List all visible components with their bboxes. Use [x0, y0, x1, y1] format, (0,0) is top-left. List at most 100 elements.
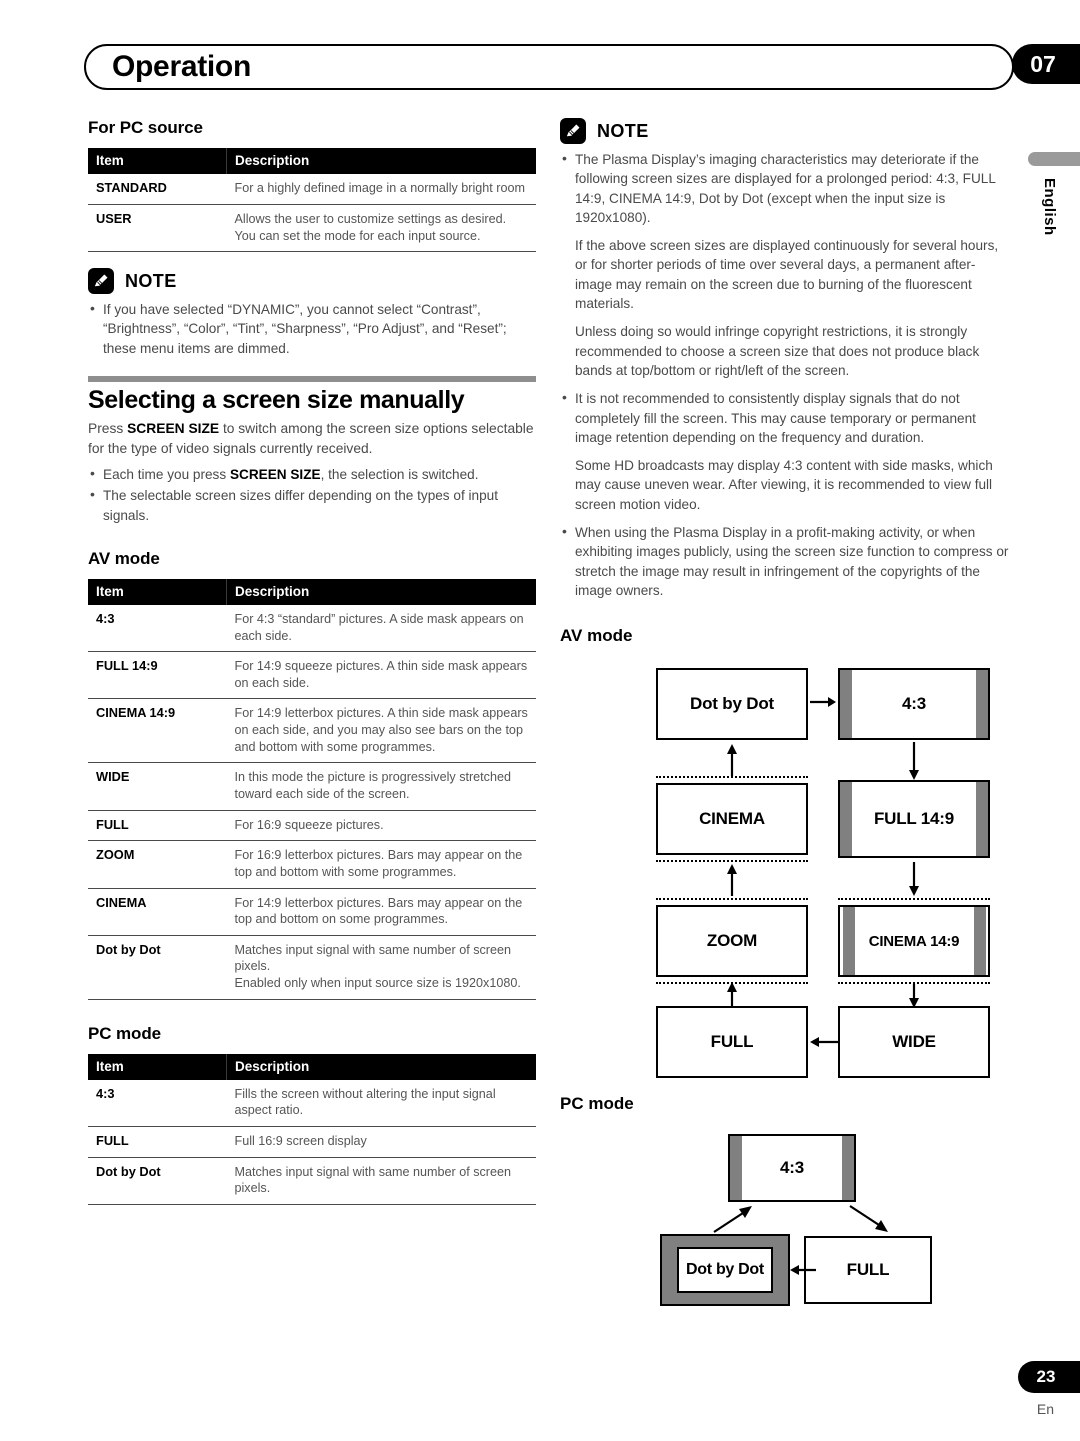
heading-av-mode-table: AV mode	[88, 549, 160, 569]
node-inner: ZOOM	[656, 905, 808, 978]
cell-item: USER	[88, 204, 227, 253]
node-label: CINEMA 14:9	[868, 932, 960, 950]
cell-description: Allows the user to customize settings as…	[226, 204, 536, 253]
section-heading: Selecting a screen size manually	[88, 386, 465, 414]
arrow-down-cinema149-to-wide	[906, 984, 922, 1009]
diagram-node-cinema: CINEMA	[656, 776, 808, 863]
pencil-icon	[560, 118, 586, 144]
section-bullets: Each time you press SCREEN SIZE, the sel…	[88, 464, 536, 525]
table-pc-source: Item Description STANDARD For a highly d…	[88, 148, 536, 253]
table-row: FULL 14:9 For 14:9 squeeze pictures. A th…	[88, 651, 536, 700]
note-label: NOTE	[597, 120, 649, 141]
cell-description: In this mode the picture is progressivel…	[226, 762, 536, 811]
note-item: When using the Plasma Display in a profi…	[560, 522, 1010, 600]
cell-description: For 16:9 squeeze pictures.	[226, 810, 536, 842]
letterbox-bar-top	[656, 776, 808, 783]
arrow-left-wide-to-full	[810, 1034, 838, 1050]
cell-item: FULL	[88, 810, 227, 842]
cell-item: Dot by Dot	[88, 935, 227, 1000]
note-header: NOTE	[560, 118, 1010, 144]
arrow-diagonal-dotbydot-to-43	[712, 1204, 754, 1234]
right-column: NOTE The Plasma Display’s imaging charac…	[560, 118, 1010, 1326]
table-row: WIDE In this mode the picture is progress…	[88, 762, 536, 811]
node-inner: CINEMA	[656, 783, 808, 856]
node-label: WIDE	[892, 1032, 936, 1052]
manual-page: Operation 07 English For PC source Item …	[0, 0, 1080, 1441]
arrow-up-cinema-to-dotbydot	[724, 744, 740, 777]
arrow-right-dotbydot-to-43	[810, 694, 836, 710]
cell-description: Full 16:9 screen display	[226, 1126, 536, 1158]
section-intro: Press SCREEN SIZE to switch among the sc…	[88, 419, 536, 458]
node-inner: Dot by Dot	[677, 1247, 773, 1294]
note-label: NOTE	[125, 270, 177, 291]
bullet-part-c: , the selection is switched.	[320, 467, 479, 483]
side-mask-right	[976, 782, 988, 857]
table-row: 4:3 Fills the screen without altering the…	[88, 1079, 536, 1127]
note-list-right: The Plasma Display’s imaging characteris…	[560, 149, 1010, 600]
side-mask-right	[976, 670, 988, 739]
table-av-mode: Item Description 4:3 For 4:3 “standard” p…	[88, 579, 536, 1000]
page-title: Operation	[112, 50, 251, 83]
node-label: 4:3	[780, 1158, 804, 1178]
cell-item: WIDE	[88, 762, 227, 811]
table-pc-mode: Item Description 4:3 Fills the screen wit…	[88, 1053, 536, 1206]
node-label: FULL 14:9	[873, 809, 955, 829]
column-header-description: Description	[226, 579, 536, 606]
column-header-item: Item	[88, 579, 227, 606]
cell-description: For 14:9 squeeze pictures. A thin side m…	[226, 651, 536, 700]
cell-item: 4:3	[88, 1079, 227, 1127]
heading-av-mode-diagram: AV mode	[560, 626, 633, 646]
cell-item: STANDARD	[88, 174, 227, 205]
note-header: NOTE	[88, 268, 536, 295]
letterbox-bar-top	[656, 898, 808, 905]
column-header-description: Description	[226, 148, 536, 174]
diagram-node-full: FULL	[804, 1236, 932, 1305]
heading-pc-mode-table: PC mode	[88, 1023, 161, 1043]
diagram-node-dot-by-dot: Dot by Dot	[660, 1234, 790, 1307]
note-item-continuation: Unless doing so would infringe copyright…	[575, 324, 980, 378]
arrow-up-zoom-to-cinema	[724, 864, 740, 897]
table-row: USER Allows the user to customize settin…	[88, 204, 536, 253]
note-item: If you have selected “DYNAMIC”, you cann…	[88, 299, 536, 358]
cell-item: FULL 14:9	[88, 651, 227, 700]
diagram-node-full-14-9: FULL 14:9	[838, 780, 990, 859]
side-mask-right	[973, 907, 986, 976]
diagram-node-wide: WIDE	[838, 1006, 990, 1079]
table-row: STANDARD For a highly defined image in a…	[88, 174, 536, 205]
page-number-badge: 23	[1018, 1361, 1080, 1393]
side-mask-left	[840, 782, 852, 857]
cell-description: For 14:9 letterbox pictures. Bars may ap…	[226, 888, 536, 936]
section-bullet: The selectable screen sizes differ depen…	[88, 485, 536, 525]
note-item-continuation: Some HD broadcasts may display 4:3 conte…	[575, 458, 993, 512]
letterbox-bar-bottom	[656, 855, 808, 863]
language-label: English	[1041, 178, 1058, 236]
diagram-node-4-3: 4:3	[838, 668, 990, 741]
note-item: The Plasma Display’s imaging characteris…	[560, 149, 1010, 227]
diagram-node-cinema-14-9: CINEMA 14:9	[838, 898, 990, 985]
pc-mode-flow-diagram: 4:3 Dot by Dot FULL	[560, 1126, 1010, 1326]
node-label: ZOOM	[706, 931, 758, 951]
cell-item: FULL	[88, 1126, 227, 1158]
letterbox-bar-top	[838, 898, 990, 905]
cell-description: Matches input signal with same number of…	[226, 1157, 536, 1206]
heading-for-pc-source: For PC source	[88, 118, 203, 137]
chapter-tab: 07	[1012, 44, 1080, 84]
letterbox-bar-bottom	[838, 977, 990, 985]
cell-description: For 14:9 letterbox pictures. A thin side…	[226, 698, 536, 764]
column-header-item: Item	[88, 148, 227, 174]
cell-item: CINEMA 14:9	[88, 698, 227, 764]
footer-language-code: En	[1036, 1401, 1054, 1417]
cell-description: Matches input signal with same number of…	[226, 935, 536, 1000]
cell-item: 4:3	[88, 605, 227, 653]
arrow-down-43-to-full149	[906, 742, 922, 781]
table-row: Dot by Dot Matches input signal with same…	[88, 1157, 536, 1206]
table-header-row: Item Description	[88, 1053, 536, 1080]
language-bar	[1028, 152, 1080, 166]
section-divider	[88, 376, 536, 382]
table-row: FULL Full 16:9 screen display	[88, 1126, 536, 1158]
table-row: CINEMA For 14:9 letterbox pictures. Bars …	[88, 888, 536, 936]
note-item-continuation: If the above screen sizes are displayed …	[575, 238, 999, 312]
side-mask-left	[840, 670, 852, 739]
diagram-node-4-3: 4:3	[728, 1134, 856, 1203]
table-row: CINEMA 14:9 For 14:9 letterbox pictures. …	[88, 698, 536, 764]
